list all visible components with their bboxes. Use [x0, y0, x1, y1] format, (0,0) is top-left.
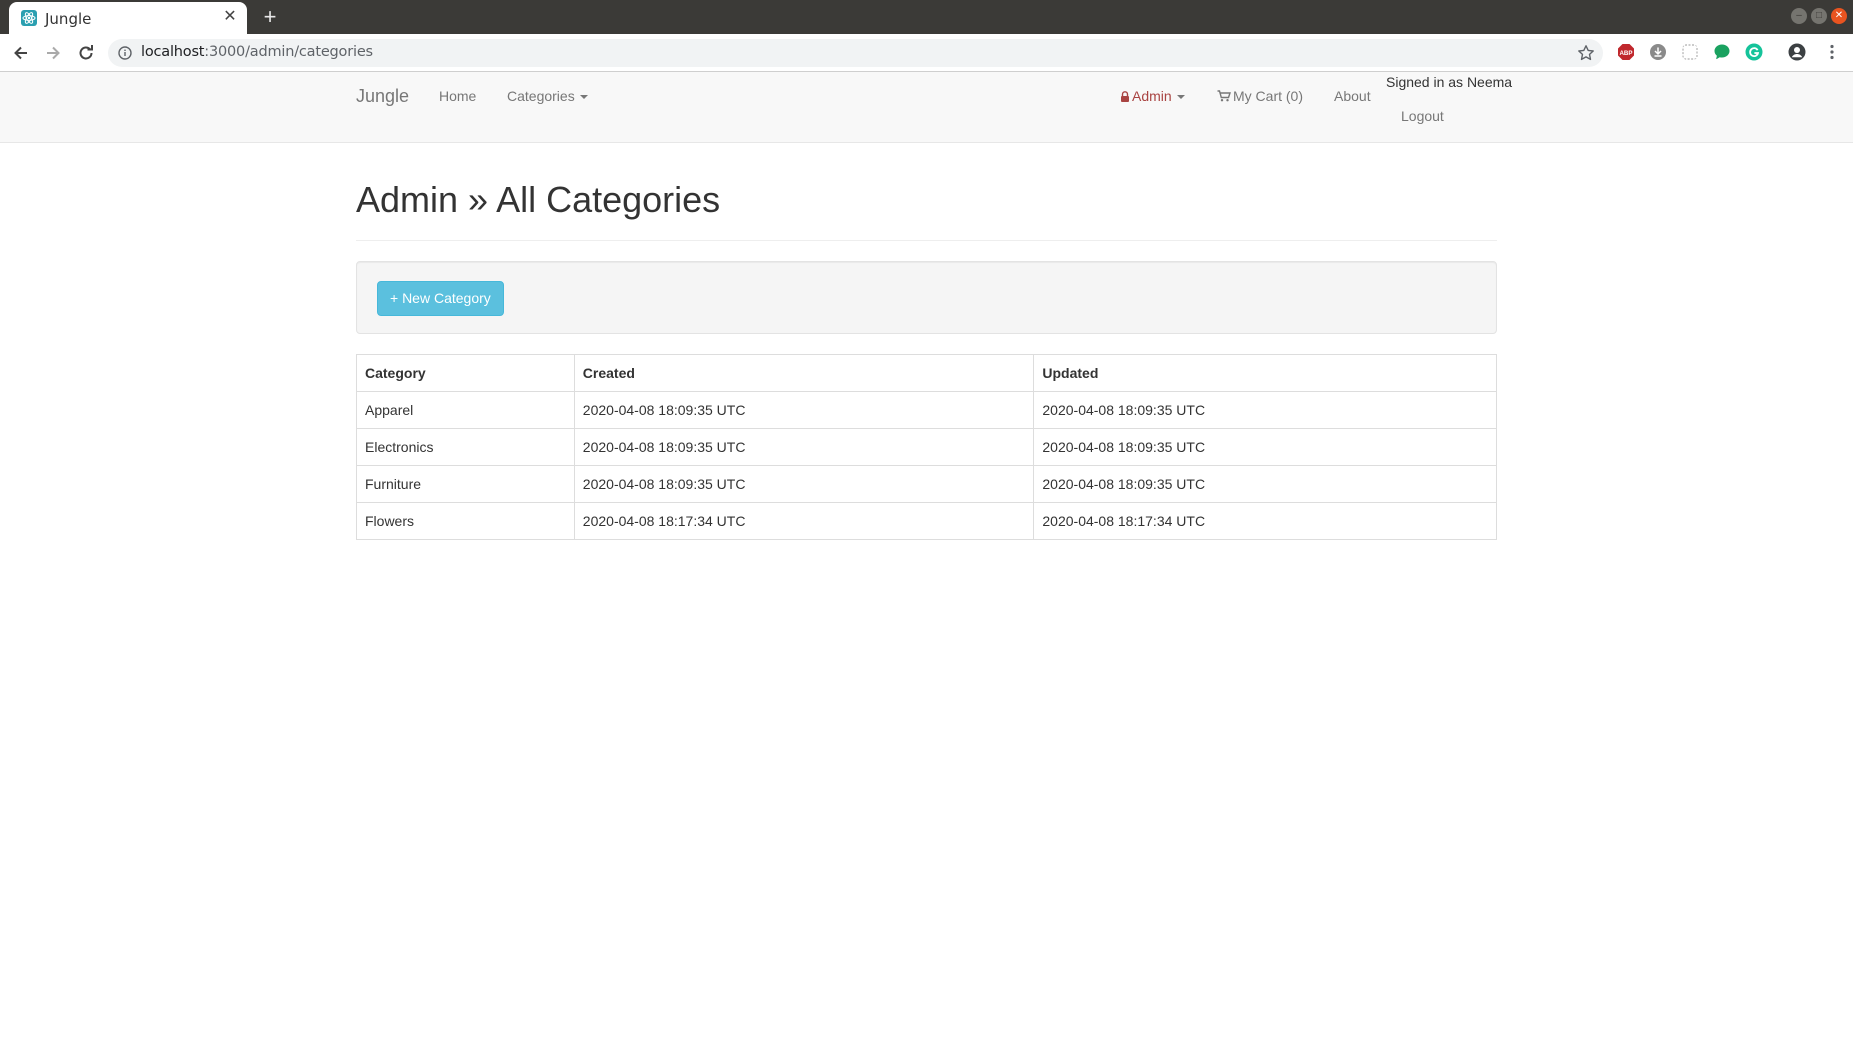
new-tab-icon[interactable]: +	[258, 6, 282, 30]
category-name-cell: Apparel	[356, 391, 575, 429]
updated-cell: 2020-04-08 18:09:35 UTC	[1033, 391, 1497, 429]
maximize-window-icon[interactable]: □	[1811, 8, 1827, 24]
table-row: Furniture 2020-04-08 18:09:35 UTC 2020-0…	[356, 465, 1497, 503]
shopping-cart-icon	[1217, 90, 1231, 102]
table-header-row: Category Created Updated	[356, 354, 1497, 392]
created-cell: 2020-04-08 18:09:35 UTC	[573, 391, 1035, 429]
category-name-cell: Furniture	[356, 465, 575, 503]
url-host: localhost	[141, 44, 205, 60]
brand-link[interactable]: Jungle	[356, 86, 409, 107]
page-title: Admin » All Categories	[356, 179, 721, 220]
react-favicon-icon	[21, 10, 37, 26]
reload-icon[interactable]	[76, 43, 96, 63]
nav-admin-label: Admin	[1132, 88, 1172, 104]
nav-logout-link[interactable]: Logout	[1401, 108, 1444, 124]
title-divider	[356, 240, 1497, 241]
nav-admin-dropdown[interactable]: Admin	[1120, 88, 1185, 104]
column-header-category: Category	[356, 354, 575, 392]
nav-categories-label: Categories	[507, 88, 575, 104]
tab-title: Jungle	[45, 10, 92, 28]
url-path: :3000/admin/categories	[204, 44, 373, 60]
forward-arrow-icon[interactable]	[43, 43, 63, 63]
table-row: Flowers 2020-04-08 18:17:34 UTC 2020-04-…	[356, 502, 1497, 540]
address-bar[interactable]: localhost:3000/admin/categories	[108, 39, 1603, 67]
close-window-icon[interactable]: ✕	[1831, 8, 1847, 24]
category-name-cell: Electronics	[356, 428, 575, 466]
signed-in-text: Signed in as Neema	[1386, 74, 1513, 90]
url-text: localhost:3000/admin/categories	[141, 44, 373, 60]
caret-down-icon	[1176, 95, 1185, 100]
nav-about-link[interactable]: About	[1334, 88, 1371, 104]
tab-close-icon[interactable]: ✕	[221, 8, 239, 26]
browser-menu-icon[interactable]	[1823, 43, 1841, 61]
browser-toolbar: localhost:3000/admin/categories ABP	[0, 34, 1853, 72]
updated-cell: 2020-04-08 18:09:35 UTC	[1033, 428, 1497, 466]
categories-table: Category Created Updated Apparel 2020-04…	[356, 354, 1497, 540]
column-header-created: Created	[573, 354, 1035, 392]
table-row: Electronics 2020-04-08 18:09:35 UTC 2020…	[356, 428, 1497, 466]
nav-home-link[interactable]: Home	[439, 88, 476, 104]
actions-well: + New Category	[356, 261, 1497, 334]
updated-cell: 2020-04-08 18:09:35 UTC	[1033, 465, 1497, 503]
back-arrow-icon[interactable]	[11, 43, 31, 63]
column-header-updated: Updated	[1033, 354, 1497, 392]
table-row: Apparel 2020-04-08 18:09:35 UTC 2020-04-…	[356, 391, 1497, 429]
window-controls: – □ ✕	[1791, 8, 1847, 24]
created-cell: 2020-04-08 18:17:34 UTC	[573, 502, 1035, 540]
info-icon[interactable]	[118, 46, 132, 60]
svg-text:ABP: ABP	[1619, 50, 1632, 57]
created-cell: 2020-04-08 18:09:35 UTC	[573, 428, 1035, 466]
bookmark-star-icon[interactable]	[1577, 44, 1595, 62]
created-cell: 2020-04-08 18:09:35 UTC	[573, 465, 1035, 503]
browser-tab[interactable]: Jungle ✕	[9, 2, 247, 34]
new-category-button[interactable]: + New Category	[377, 281, 504, 316]
adblock-extension-icon[interactable]: ABP	[1617, 43, 1635, 61]
minimize-window-icon[interactable]: –	[1791, 8, 1807, 24]
updated-cell: 2020-04-08 18:17:34 UTC	[1033, 502, 1497, 540]
lock-icon	[1121, 91, 1129, 102]
download-extension-icon[interactable]	[1649, 43, 1667, 61]
caret-down-icon	[579, 95, 588, 100]
nav-cart-link[interactable]: My Cart (0)	[1217, 88, 1303, 104]
category-name-cell: Flowers	[356, 502, 575, 540]
nav-cart-label: My Cart (0)	[1233, 88, 1303, 104]
chat-extension-icon[interactable]	[1713, 43, 1731, 61]
browser-titlebar: Jungle ✕ + – □ ✕	[0, 0, 1853, 34]
profile-avatar-icon[interactable]	[1788, 43, 1806, 61]
nav-categories-dropdown[interactable]: Categories	[507, 88, 588, 104]
site-navbar: Jungle Home Categories Admin My Cart (0)…	[0, 72, 1853, 143]
grammarly-extension-icon[interactable]	[1745, 43, 1763, 61]
screenshot-extension-icon[interactable]	[1681, 43, 1699, 61]
